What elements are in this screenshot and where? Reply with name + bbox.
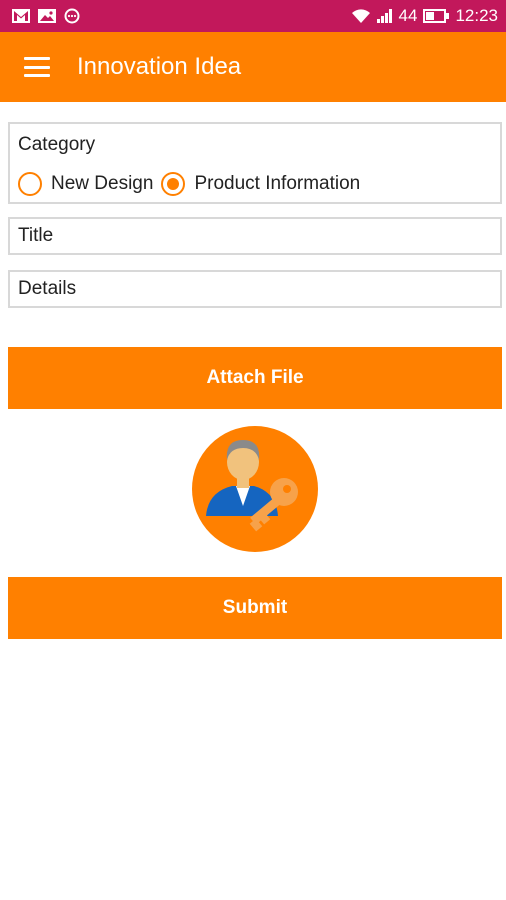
gallery-icon [38,9,56,23]
battery-icon [423,9,450,23]
category-label: Category [18,134,96,155]
title-field-container [8,217,502,255]
radio-label-new-design: New Design [51,173,154,194]
hamburger-menu-icon[interactable] [24,57,50,77]
title-input[interactable] [10,219,500,253]
attach-file-button[interactable]: Attach File [8,347,502,409]
category-card: Category New Design Product Information [8,122,502,204]
category-radio-group: New Design Product Information [18,172,368,196]
messenger-icon [64,8,80,24]
app-bar: Innovation Idea [0,32,506,102]
status-bar-system: 44 12:23 [351,6,498,26]
gmail-icon [12,9,30,23]
submit-button[interactable]: Submit [8,577,502,639]
signal-icon [376,9,393,23]
clock: 12:23 [455,6,498,25]
details-field-container [8,270,502,308]
radio-button-checked[interactable] [161,172,186,196]
radio-button-unchecked[interactable] [18,172,42,196]
radio-label-product-information: Product Information [194,173,361,194]
radio-option-new-design[interactable]: New Design [18,172,153,196]
status-bar-notifications [12,8,80,24]
status-bar: 44 12:23 [0,0,506,32]
radio-option-product-information[interactable]: Product Information [161,172,360,196]
wifi-icon [351,8,371,24]
page-title: Innovation Idea [77,53,242,80]
user-key-illustration [192,426,318,552]
details-input[interactable] [10,272,500,306]
network-type: 44 [398,6,418,25]
